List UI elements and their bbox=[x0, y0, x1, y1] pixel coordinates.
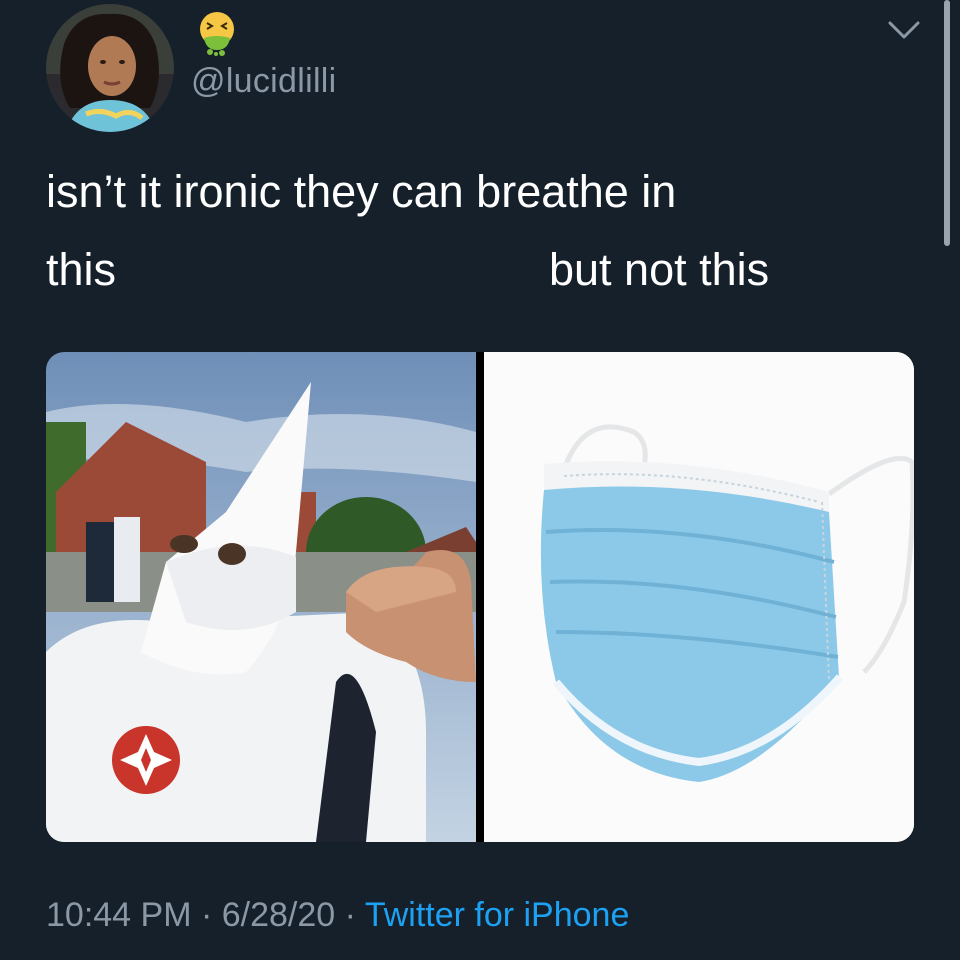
tweet-time: 10:44 PM bbox=[46, 896, 192, 934]
tweet-media[interactable] bbox=[46, 352, 914, 842]
chevron-down-icon[interactable] bbox=[886, 18, 922, 42]
separator-dot: · bbox=[191, 896, 222, 934]
scrollbar[interactable] bbox=[944, 0, 950, 246]
nauseated-face-emoji-icon bbox=[194, 10, 240, 56]
author-handle[interactable]: @lucidlilli bbox=[191, 62, 337, 101]
tweet-text-line-2-right: but not this bbox=[549, 244, 770, 295]
avatar-photo bbox=[46, 4, 174, 132]
separator-dot: · bbox=[335, 896, 365, 934]
tweet-text-line-1: isn’t it ironic they can breathe in bbox=[46, 166, 677, 217]
hooded-figure-photo[interactable] bbox=[46, 352, 476, 842]
avatar[interactable] bbox=[46, 4, 174, 132]
tweet-text-line-2-left: this bbox=[46, 244, 117, 295]
tweet-date[interactable]: 6/28/20 bbox=[222, 896, 335, 934]
surgical-mask-photo[interactable] bbox=[484, 352, 914, 842]
tweet-meta: 10:44 PM · 6/28/20 · Twitter for iPhone bbox=[46, 896, 629, 935]
tweet-source-link[interactable]: Twitter for iPhone bbox=[365, 896, 630, 934]
